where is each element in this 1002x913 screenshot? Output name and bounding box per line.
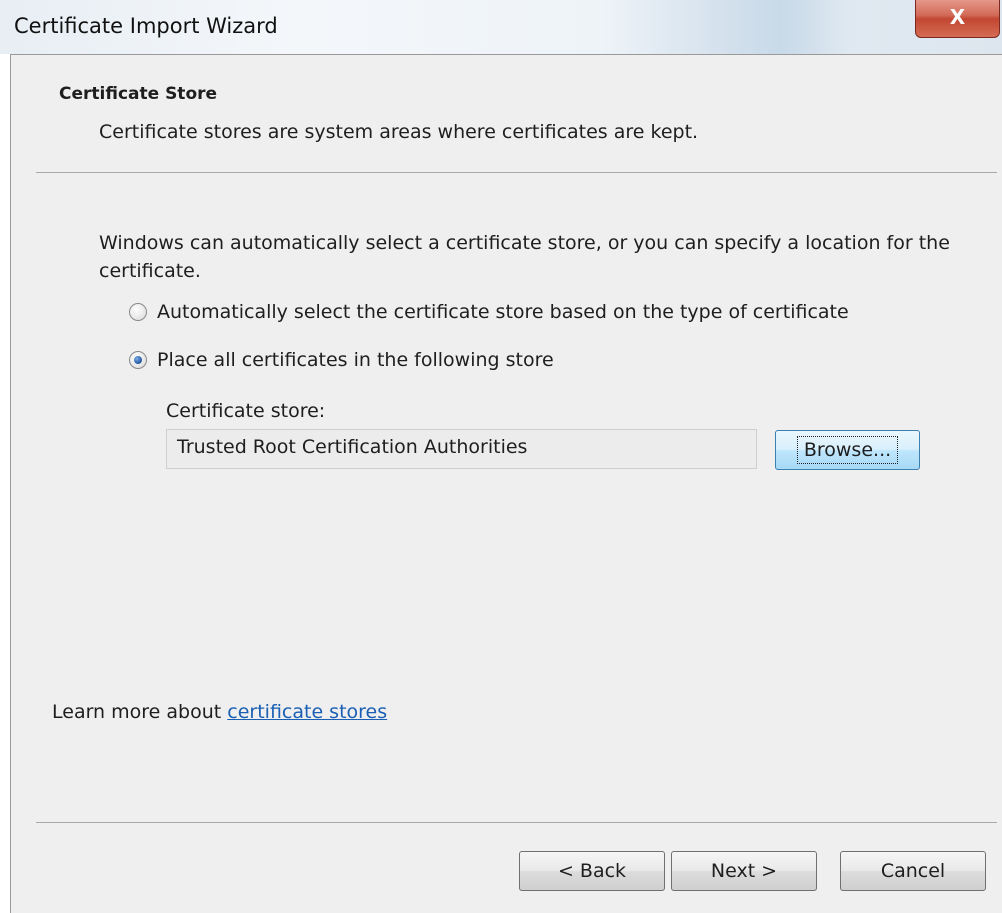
auto-select-label[interactable]: Automatically select the certificate sto… (157, 301, 849, 323)
close-button[interactable]: X (915, 0, 1000, 38)
auto-select-option[interactable]: Automatically select the certificate sto… (129, 301, 849, 323)
browse-button[interactable]: Browse... (775, 430, 920, 470)
certificate-import-wizard-window: Certificate Import Wizard X Certificate … (0, 0, 1002, 913)
learn-more-prefix: Learn more about (52, 701, 228, 723)
place-in-store-label[interactable]: Place all certificates in the following … (157, 349, 554, 371)
back-button[interactable]: < Back (519, 851, 665, 891)
title-bar[interactable]: Certificate Import Wizard X (0, 0, 1002, 54)
window-title: Certificate Import Wizard (14, 14, 278, 38)
intro-text: Windows can automatically select a certi… (99, 232, 950, 282)
certificate-store-label: Certificate store: (166, 400, 326, 422)
header-divider (36, 172, 997, 173)
place-in-store-radio[interactable] (129, 351, 147, 369)
page-description: Certificate stores are system areas wher… (99, 121, 699, 143)
place-in-store-option[interactable]: Place all certificates in the following … (129, 349, 554, 371)
wizard-page: Certificate Store Certificate stores are… (10, 54, 1002, 913)
certificate-store-field: Trusted Root Certification Authorities (166, 429, 757, 469)
close-icon: X (949, 5, 966, 29)
next-button[interactable]: Next > (671, 851, 817, 891)
auto-select-radio[interactable] (129, 303, 147, 321)
certificate-stores-link[interactable]: certificate stores (227, 701, 387, 723)
page-title: Certificate Store (59, 84, 218, 104)
browse-button-label: Browse... (796, 436, 899, 464)
footer-divider (36, 822, 997, 823)
cancel-button[interactable]: Cancel (840, 851, 986, 891)
learn-more: Learn more about certificate stores (52, 701, 387, 723)
